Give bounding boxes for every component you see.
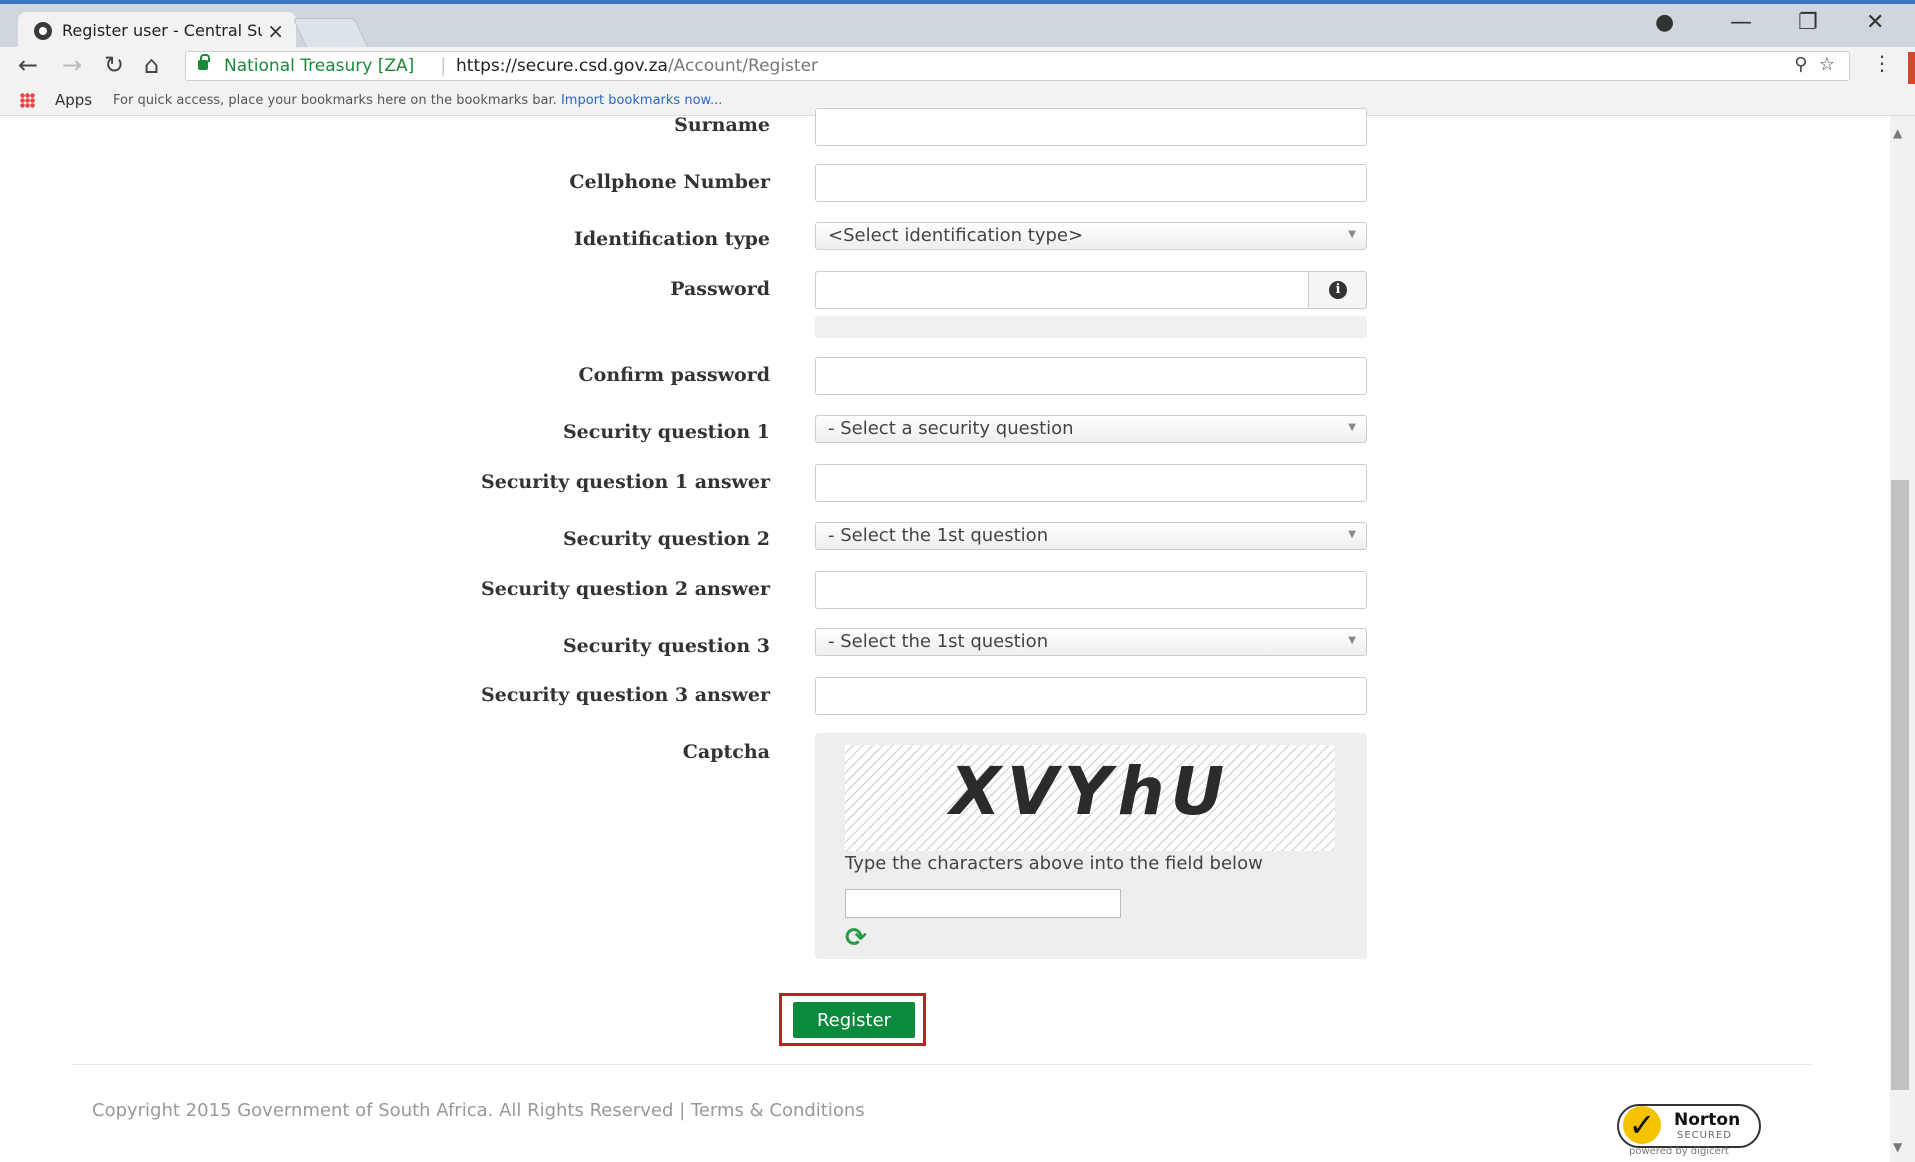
url-separator: | <box>440 54 447 76</box>
home-icon[interactable]: ⌂ <box>144 51 159 79</box>
address-bar[interactable]: National Treasury [ZA] | https://secure.… <box>185 51 1850 81</box>
confirm-password-label: Confirm password <box>578 364 770 386</box>
scroll-up-icon[interactable]: ▲ <box>1893 126 1902 140</box>
norton-name: Norton <box>1674 1110 1741 1130</box>
lock-icon <box>198 54 210 70</box>
import-bookmarks-link[interactable]: Import bookmarks now... <box>561 93 722 108</box>
captcha-image: XVYhU <box>845 745 1335 851</box>
id-type-value: <Select identification type> <box>828 225 1084 246</box>
security-question-2-value: - Select the 1st question <box>828 525 1049 546</box>
dropdown-arrow-icon: ▼ <box>1348 529 1356 540</box>
norton-secured: SECURED <box>1677 1130 1732 1141</box>
security-question-1-label: Security question 1 <box>562 421 770 443</box>
bookmark-star-icon[interactable]: ⚲ ☆ <box>1794 54 1835 75</box>
security-question-3-answer-label: Security question 3 answer <box>481 684 770 706</box>
footer-divider <box>72 1064 1812 1065</box>
bookmarks-hint: For quick access, place your bookmarks h… <box>113 93 723 108</box>
cellphone-label: Cellphone Number <box>569 171 770 193</box>
browser-toolbar: ← → ↻ ⌂ National Treasury [ZA] | https:/… <box>0 47 1915 84</box>
footer-copyright: Copyright 2015 Government of South Afric… <box>92 1100 865 1121</box>
security-question-1-answer-label: Security question 1 answer <box>481 471 770 493</box>
security-question-3-answer-input[interactable] <box>815 677 1367 715</box>
close-tab-icon[interactable]: × <box>267 19 284 43</box>
refresh-captcha-icon[interactable]: ⟳ <box>845 923 867 953</box>
password-strength-bar <box>815 316 1367 338</box>
captcha-hint: Type the characters above into the field… <box>845 853 1263 874</box>
checkmark-icon: ✓ <box>1623 1106 1661 1144</box>
security-question-1-select[interactable]: - Select a security question ▼ <box>815 415 1367 443</box>
back-icon[interactable]: ← <box>18 51 38 79</box>
scrollbar-thumb[interactable] <box>1891 480 1909 1090</box>
password-info-button[interactable]: i <box>1308 271 1367 309</box>
dropdown-arrow-icon: ▼ <box>1348 422 1356 433</box>
dropdown-arrow-icon: ▼ <box>1348 229 1356 240</box>
forward-icon[interactable]: → <box>62 51 82 79</box>
register-button[interactable]: Register <box>793 1002 915 1038</box>
security-question-1-answer-input[interactable] <box>815 464 1367 502</box>
norton-powered: powered by digicert <box>1629 1146 1729 1157</box>
captcha-label: Captcha <box>682 741 770 763</box>
restore-icon[interactable]: ❐ <box>1798 10 1818 35</box>
info-icon: i <box>1329 281 1347 299</box>
menu-icon[interactable]: ⋮ <box>1872 51 1892 75</box>
security-question-3-select[interactable]: - Select the 1st question ▼ <box>815 628 1367 656</box>
security-question-2-answer-input[interactable] <box>815 571 1367 609</box>
id-type-select[interactable]: <Select identification type> ▼ <box>815 222 1367 250</box>
password-label: Password <box>670 278 770 300</box>
id-type-label: Identification type <box>573 228 770 250</box>
apps-icon[interactable] <box>20 93 35 108</box>
browser-tab-bar: Register user - Central Su × ● — ❐ ✕ <box>0 0 1915 51</box>
norton-badge: ✓ Norton SECURED <box>1617 1104 1761 1148</box>
minimize-icon[interactable]: — <box>1730 10 1752 35</box>
new-tab-button[interactable] <box>292 18 370 50</box>
surname-label: Surname <box>674 114 770 136</box>
cellphone-input[interactable] <box>815 164 1367 202</box>
security-question-2-select[interactable]: - Select the 1st question ▼ <box>815 522 1367 550</box>
security-question-2-answer-label: Security question 2 answer <box>481 578 770 600</box>
confirm-password-input[interactable] <box>815 357 1367 395</box>
browser-tab[interactable]: Register user - Central Su × <box>18 12 296 51</box>
dropdown-arrow-icon: ▼ <box>1348 635 1356 646</box>
captcha-panel: XVYhU Type the characters above into the… <box>815 733 1367 959</box>
window-close-icon[interactable]: ✕ <box>1866 10 1884 35</box>
secure-site-name: National Treasury [ZA] <box>224 56 415 76</box>
profile-icon[interactable]: ● <box>1655 10 1674 35</box>
password-input[interactable] <box>815 271 1309 309</box>
captcha-text: XVYhU <box>949 753 1231 830</box>
security-question-1-value: - Select a security question <box>828 418 1074 439</box>
scroll-down-icon[interactable]: ▼ <box>1893 1140 1902 1154</box>
surname-input[interactable] <box>815 108 1367 146</box>
reload-icon[interactable]: ↻ <box>104 51 124 79</box>
security-question-3-label: Security question 3 <box>562 635 770 657</box>
captcha-input[interactable] <box>845 889 1121 918</box>
norton-seal[interactable]: ✓ Norton SECURED powered by digicert <box>1617 1100 1761 1160</box>
apps-link[interactable]: Apps <box>55 91 92 109</box>
site-favicon-icon <box>34 22 52 40</box>
security-question-3-value: - Select the 1st question <box>828 631 1049 652</box>
security-question-2-label: Security question 2 <box>562 528 770 550</box>
url-text: https://secure.csd.gov.za/Account/Regist… <box>456 56 819 76</box>
tab-title: Register user - Central Su <box>62 21 262 40</box>
